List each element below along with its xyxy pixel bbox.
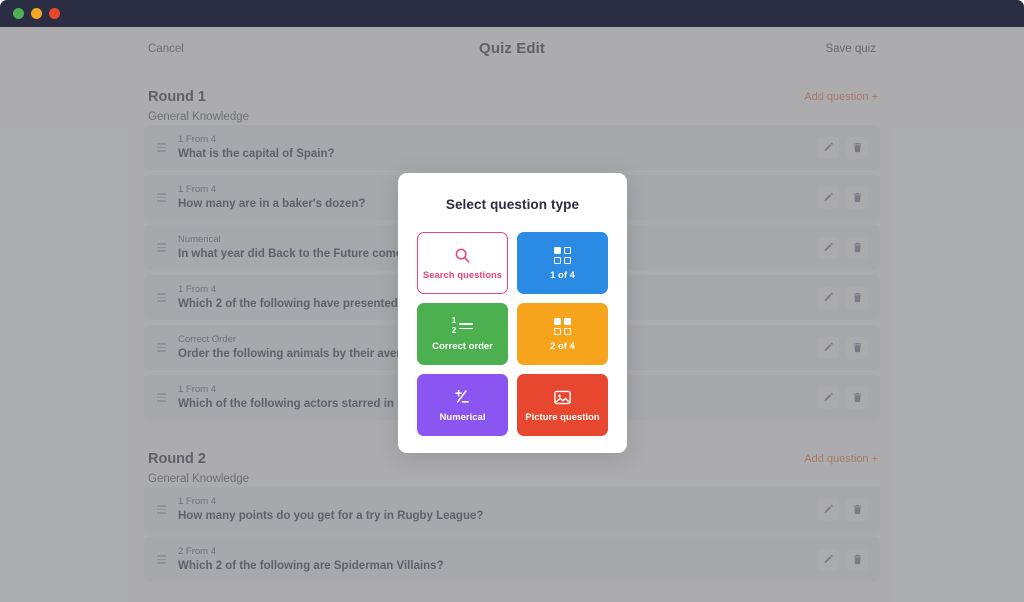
magnifier-icon [454, 245, 471, 265]
card-label: 1 of 4 [550, 270, 575, 281]
card-label: Search questions [422, 270, 503, 281]
plus-minus-icon [453, 387, 472, 407]
app-window: Cancel Quiz Edit Save quiz Round 1 Gener… [0, 0, 1024, 602]
one-of-four-icon [554, 245, 571, 265]
close-window-icon[interactable] [13, 8, 24, 19]
card-label: Numerical [439, 412, 486, 423]
question-type-picture-question[interactable]: Picture question [517, 374, 608, 436]
modal-title: Select question type [445, 197, 580, 212]
traffic-lights [13, 8, 60, 19]
select-question-type-modal: Select question type Search questions 1 … [398, 173, 627, 453]
card-label: 2 of 4 [550, 341, 575, 352]
question-type-search-questions[interactable]: Search questions [417, 232, 508, 294]
minimize-window-icon[interactable] [31, 8, 42, 19]
two-of-four-icon [554, 316, 571, 336]
question-type-numerical[interactable]: Numerical [417, 374, 508, 436]
card-label: Picture question [525, 412, 600, 423]
maximize-window-icon[interactable] [49, 8, 60, 19]
question-type-two-of-four[interactable]: 2 of 4 [517, 303, 608, 365]
window-titlebar [0, 0, 1024, 27]
question-type-grid: Search questions 1 of 4 12 Correct order… [417, 232, 608, 436]
ordered-list-icon: 12 [452, 316, 474, 336]
question-type-correct-order[interactable]: 12 Correct order [417, 303, 508, 365]
question-type-one-of-four[interactable]: 1 of 4 [517, 232, 608, 294]
image-icon [553, 387, 572, 407]
card-label: Correct order [432, 341, 493, 352]
